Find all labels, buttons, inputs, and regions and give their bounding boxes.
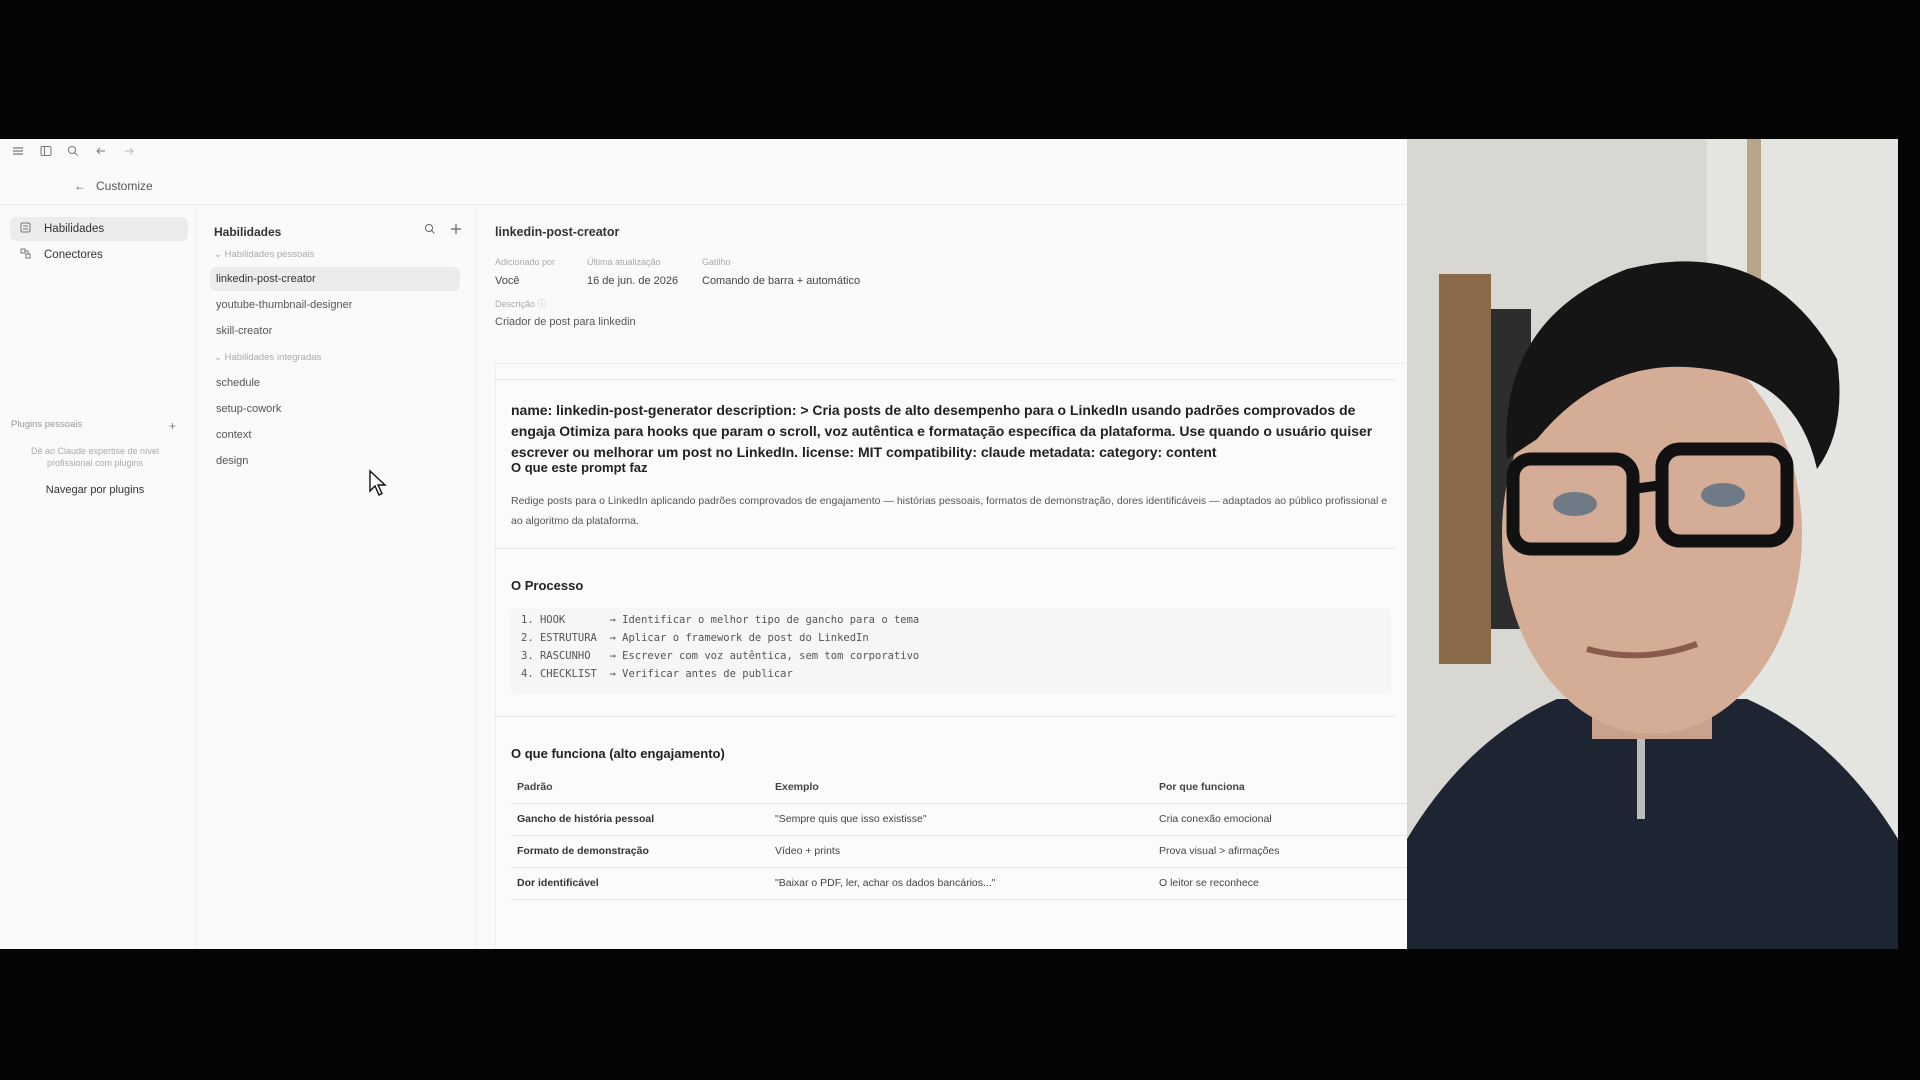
table-cell: "Sempre quis que isso existisse" — [775, 813, 927, 825]
menu-icon[interactable] — [10, 145, 26, 161]
sidebar-icon[interactable] — [38, 145, 54, 161]
table-cell: Gancho de história pessoal — [517, 813, 655, 825]
skill-item[interactable]: linkedin-post-creator — [210, 267, 460, 291]
builtin-skills-group[interactable]: ⌄ Habilidades integradas — [214, 352, 321, 363]
personal-skills-group[interactable]: ⌄ Habilidades pessoais — [214, 249, 314, 260]
mouse-cursor-icon — [369, 469, 387, 496]
skills-list-title: Habilidades — [214, 225, 282, 239]
chevron-down-icon: ⌄ — [214, 352, 225, 363]
frontmatter-text: name: linkedin-post-generator descriptio… — [511, 402, 1373, 460]
skills-icon — [16, 222, 34, 236]
skill-item[interactable]: schedule — [210, 371, 460, 395]
webcam-overlay — [1407, 139, 1898, 949]
code-line: 3. RASCUNHO → Escrever com voz autêntica… — [521, 650, 920, 662]
left-rail: Habilidades Conectores Plugins pessoais … — [0, 205, 196, 949]
table-cell: "Baixar o PDF, ler, achar os dados bancá… — [775, 877, 996, 889]
content-divider — [495, 379, 1395, 380]
search-icon[interactable] — [65, 145, 81, 161]
table-cell: Prova visual > afirmações — [1159, 845, 1280, 857]
process-code-block: 1. HOOK → Identificar o melhor tipo de g… — [511, 608, 1391, 694]
section-heading: O Processo — [511, 578, 584, 593]
add-icon[interactable] — [450, 223, 462, 238]
table-row: Dor identificável "Baixar o PDF, ler, ac… — [511, 867, 1407, 900]
meta-label: Última atualização — [587, 257, 661, 267]
table-cell: Vídeo + prints — [775, 845, 841, 857]
table-cell: Cria conexão emocional — [1159, 813, 1272, 825]
skills-list-panel: Habilidades ⌄ Habilidades pessoais linke… — [196, 205, 477, 949]
rail-item-conectores[interactable]: Conectores — [10, 243, 188, 267]
skill-item[interactable]: setup-cowork — [210, 397, 460, 421]
meta-value: Comando de barra + automático — [702, 275, 861, 287]
group-label: Habilidades pessoais — [224, 249, 315, 260]
section-heading: O que este prompt faz — [511, 460, 648, 475]
table-header-row: Padrão Exemplo Por que funciona — [511, 771, 1407, 804]
meta-value: Você — [495, 275, 520, 287]
forward-arrow-icon[interactable] — [121, 145, 137, 161]
content-divider — [495, 548, 1395, 549]
browse-plugins-link[interactable]: Navegar por plugins — [0, 484, 190, 496]
rail-item-label: Habilidades — [44, 223, 105, 235]
table-cell: Dor identificável — [517, 877, 599, 889]
breadcrumb[interactable]: ← Customize — [74, 175, 153, 197]
connectors-icon — [16, 248, 34, 262]
table-header: Por que funciona — [1159, 781, 1245, 793]
code-line: 4. CHECKLIST → Verificar antes de public… — [521, 668, 793, 680]
section-heading: O que funciona (alto engajamento) — [511, 746, 725, 761]
description-label-text: Descrição — [495, 299, 536, 309]
content-divider — [495, 716, 1395, 717]
code-line: 2. ESTRUTURA → Aplicar o framework de po… — [521, 632, 869, 644]
table-cell: Formato de demonstração — [517, 845, 649, 857]
meta-value: 16 de jun. de 2026 — [587, 275, 679, 287]
search-icon[interactable] — [424, 223, 436, 238]
chevron-down-icon: ⌄ — [214, 249, 225, 260]
plugins-section-label: Plugins pessoais — [11, 419, 83, 430]
skill-detail-panel: linkedin-post-creator Adicionado por Voc… — [477, 205, 1407, 949]
rail-item-habilidades[interactable]: Habilidades — [10, 217, 188, 241]
skill-item[interactable]: youtube-thumbnail-designer — [210, 293, 460, 317]
description-value: Criador de post para linkedin — [495, 316, 636, 328]
skill-title: linkedin-post-creator — [495, 225, 620, 239]
table-cell: O leitor se reconhece — [1159, 877, 1259, 889]
back-arrow-icon[interactable]: ← — [74, 179, 86, 193]
skill-item[interactable]: design — [210, 449, 460, 473]
table-header: Exemplo — [775, 781, 819, 793]
skill-item[interactable]: context — [210, 423, 460, 447]
section-paragraph: Redige posts para o LinkedIn aplicando p… — [511, 495, 1388, 527]
presenter-video — [1407, 139, 1898, 949]
skill-item[interactable]: skill-creator — [210, 319, 460, 343]
breadcrumb-label: Customize — [96, 179, 153, 193]
table-row: Formato de demonstração Vídeo + prints P… — [511, 835, 1407, 868]
group-label: Habilidades integradas — [224, 352, 322, 363]
add-plugin-button[interactable]: + — [169, 419, 176, 433]
description-label: Descrição ⓘ — [495, 297, 547, 310]
meta-label: Adicionado por — [495, 257, 556, 267]
table-header: Padrão — [517, 781, 553, 793]
plugins-description: Dê ao Claude expertise de nível profissi… — [30, 446, 160, 468]
code-line: 1. HOOK → Identificar o melhor tipo de g… — [521, 614, 920, 626]
info-icon[interactable]: ⓘ — [538, 299, 547, 309]
rail-item-label: Conectores — [44, 249, 103, 261]
app-window: ← Customize Habilidades Conectores Plugi… — [0, 139, 1407, 949]
table-row: Gancho de história pessoal "Sempre quis … — [511, 803, 1407, 836]
plugins-section-header: Plugins pessoais + — [11, 419, 176, 433]
meta-label: Gatilho — [702, 257, 731, 267]
top-toolbar — [0, 139, 1407, 169]
back-arrow-icon[interactable] — [93, 145, 109, 161]
